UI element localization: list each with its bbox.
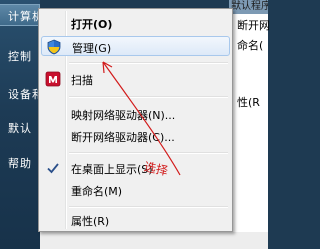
menu-separator [69, 96, 228, 98]
menu-separator [69, 206, 228, 208]
menu-item-label: 重命名(M) [71, 185, 123, 198]
background-menu-item: 性(R [237, 96, 260, 109]
start-menu-left-pane: 计算机 控制 设备和 默认 帮助 [0, 0, 43, 249]
menu-item-label: 属性(R) [71, 215, 110, 228]
menu-item-map-network-drive[interactable]: 映射网络驱动器(N)... [41, 104, 230, 124]
menu-item-properties[interactable]: 属性(R) [41, 210, 230, 230]
menu-item-label: 扫描 [71, 74, 93, 87]
start-menu-item-default-programs[interactable]: 默认 [8, 120, 32, 136]
menu-item-scan[interactable]: 扫描 [41, 69, 230, 89]
menu-item-show-on-desktop[interactable]: 在桌面上显示(S) [41, 158, 230, 178]
start-menu-item-help[interactable]: 帮助 [8, 155, 32, 171]
menu-separator [69, 62, 228, 64]
menu-separator [69, 152, 228, 154]
menu-item-label: 在桌面上显示(S) [71, 163, 153, 176]
menu-item-open[interactable]: 打开(O) [41, 13, 230, 33]
antivirus-scan-icon [45, 71, 61, 87]
context-menu: 打开(O) 管理(G) 扫描 映射网络驱动器(N)... 断开网络驱动器(C).… [38, 8, 233, 232]
background-strip-top [40, 0, 230, 8]
background-window: 默认程序 断开网 命名( 性(R [229, 0, 270, 249]
checkmark-icon [45, 160, 61, 176]
menu-item-disconnect-network-drive[interactable]: 断开网络驱动器(C)... [41, 126, 230, 146]
start-menu-item-control-panel[interactable]: 控制 [8, 48, 32, 64]
menu-item-label: 打开(O) [71, 18, 113, 31]
menu-item-label: 断开网络驱动器(C)... [71, 131, 175, 144]
background-menu-item: 断开网 [237, 19, 270, 32]
menu-item-label: 管理(G) [72, 42, 112, 55]
menu-item-rename[interactable]: 重命名(M) [41, 180, 230, 200]
shield-icon [46, 39, 62, 55]
background-window-title: 默认程序 [229, 0, 268, 14]
background-strip-bottom [40, 232, 268, 249]
background-menu-item: 命名( [237, 39, 264, 52]
menu-item-manage[interactable]: 管理(G) [41, 36, 230, 56]
menu-item-label: 映射网络驱动器(N)... [71, 109, 176, 122]
